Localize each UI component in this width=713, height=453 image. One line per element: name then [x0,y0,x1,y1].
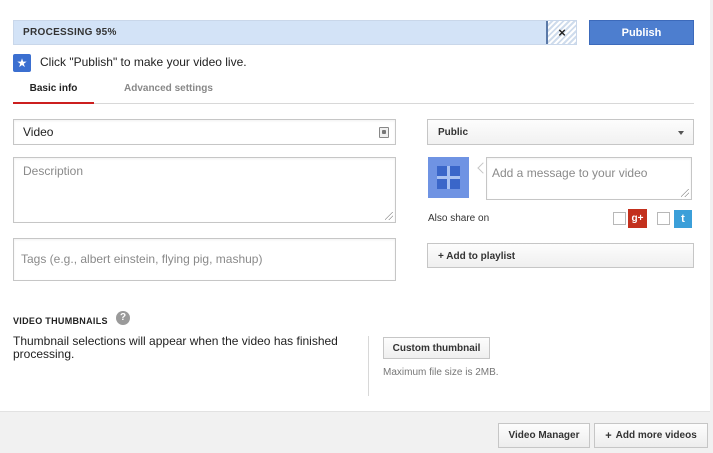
plus-icon: + [605,429,612,442]
avatar [428,157,469,198]
upload-card: PROCESSING 95% × Publish ★ Click "Publis… [0,0,710,412]
publish-button[interactable]: Publish [589,20,694,45]
divider [368,336,369,396]
also-share-label: Also share on [428,213,490,224]
privacy-select[interactable]: Public [427,119,694,145]
title-value: Video [23,125,54,139]
share-message-input[interactable]: Add a message to your video [486,157,692,200]
title-input[interactable]: Video [13,119,396,145]
description-textarea[interactable]: Description [13,157,396,223]
description-placeholder: Description [23,164,84,178]
video-thumbnails-heading: VIDEO THUMBNAILS [13,316,108,326]
publish-hint: Click "Publish" to make your video live. [40,55,247,69]
contact-card-icon [379,127,389,138]
privacy-value: Public [438,127,469,138]
processing-progress-bar: PROCESSING 95% × [13,20,577,45]
star-icon: ★ [13,54,31,72]
video-manager-button[interactable]: Video Manager [498,423,590,448]
share-google-checkbox[interactable] [613,212,626,225]
message-placeholder: Add a message to your video [492,166,648,180]
tab-bar: Basic info Advanced settings [13,79,694,104]
thumbnail-message: Thumbnail selections will appear when th… [13,334,338,361]
channel-avatar-icon [437,166,460,189]
max-file-size-note: Maximum file size is 2MB. [383,367,499,378]
progress-label: PROCESSING 95% [23,27,117,38]
custom-thumbnail-button[interactable]: Custom thumbnail [383,337,490,359]
twitter-icon: t [674,210,692,228]
close-icon[interactable]: × [548,21,576,44]
add-to-playlist-button[interactable]: + Add to playlist [427,243,694,268]
resize-grip-icon[interactable] [385,212,393,220]
chevron-down-icon [678,131,684,135]
add-more-videos-label: Add more videos [615,430,697,441]
tab-advanced-settings[interactable]: Advanced settings [124,83,213,94]
tags-placeholder: Tags (e.g., albert einstein, flying pig,… [21,252,263,266]
tab-basic-info[interactable]: Basic info [13,83,94,104]
resize-grip-icon[interactable] [681,189,689,197]
add-more-videos-button[interactable]: + Add more videos [594,423,708,448]
google-plus-icon: g+ [628,209,647,228]
tags-input[interactable]: Tags (e.g., albert einstein, flying pig,… [13,238,396,281]
help-icon[interactable]: ? [116,311,130,325]
share-twitter-checkbox[interactable] [657,212,670,225]
